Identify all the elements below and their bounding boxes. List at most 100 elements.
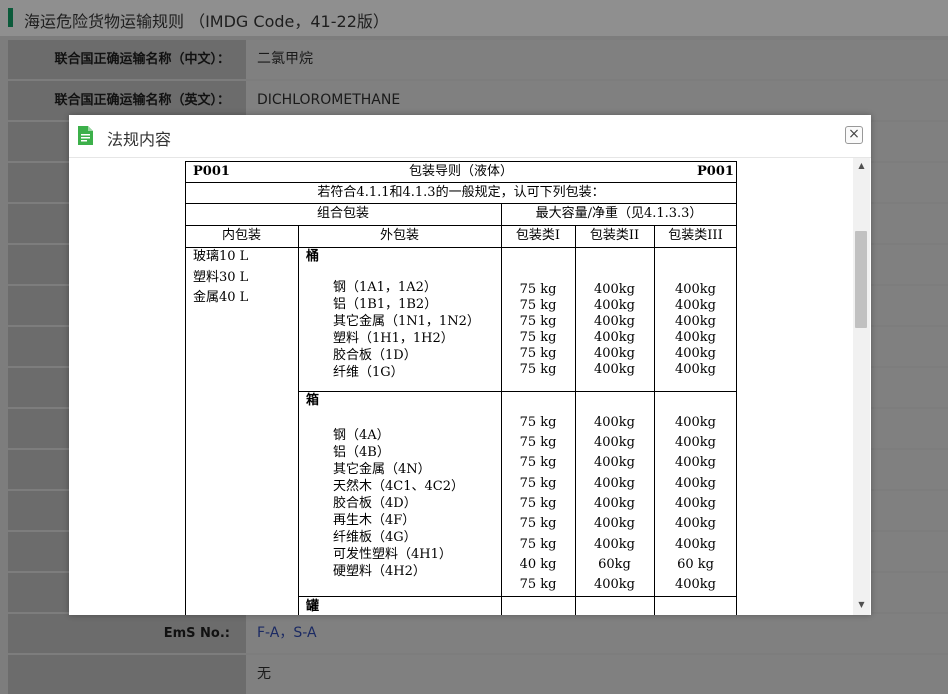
max-capacity-header: 最大容量/净重（见4.1.3.3） <box>535 206 703 221</box>
value-cell: 75 kg <box>519 330 557 345</box>
inner-packaging-item: 玻璃10 L <box>193 249 249 264</box>
outer-packaging-item: 再生木（4F） <box>333 513 416 528</box>
value-cell: 75 kg <box>519 476 557 491</box>
value-cell: 400kg <box>593 314 635 329</box>
outer-packaging-item: 胶合板（1D） <box>333 348 417 363</box>
value-cell: 400kg <box>674 476 716 491</box>
document-icon <box>78 126 93 145</box>
value-cell: 400kg <box>674 415 716 430</box>
value-cell: 400kg <box>674 516 716 531</box>
outer-packaging-item: 天然木（4C1、4C2） <box>333 479 464 494</box>
value-cell: 400kg <box>593 415 635 430</box>
field-value: 二氯甲烷 <box>246 40 948 79</box>
value-cell: 400kg <box>674 435 716 450</box>
value-cell: 75 kg <box>519 496 557 511</box>
value-cell: 400kg <box>593 476 635 491</box>
modal-title: 法规内容 <box>107 130 172 149</box>
value-cell: 400kg <box>593 537 635 552</box>
field-label <box>8 655 246 694</box>
outer-packaging-item: 钢（4A） <box>333 428 390 443</box>
table-border <box>185 182 737 183</box>
inner-packaging-item: 金属40 L <box>193 290 249 305</box>
group-header-1: 包装类I <box>515 228 561 243</box>
field-label: EmS No.: <box>8 614 246 653</box>
value-cell: 75 kg <box>519 415 557 430</box>
outer-packaging-item: 铝（1B1，1B2） <box>333 297 438 312</box>
regulation-modal: 法规内容 × P001 包装导则（液体） P001 若符合4.1.1和4.1.3 <box>69 115 871 615</box>
ems-link[interactable]: F-A，S-A <box>246 614 948 653</box>
outer-packaging-item: 铝（4B） <box>333 445 390 460</box>
value-cell: 400kg <box>593 516 635 531</box>
outer-packaging-item: 塑料（1H1，1H2） <box>333 331 454 346</box>
modal-titlebar: 法规内容 × <box>69 115 871 158</box>
modal-body[interactable]: P001 包装导则（液体） P001 若符合4.1.1和4.1.3的一般规定，认… <box>69 158 871 615</box>
value-cell: 400kg <box>674 314 716 329</box>
group-header-3: 包装类III <box>668 228 723 243</box>
value-cell: 400kg <box>593 330 635 345</box>
outer-packaging-item: 硬塑料（4H2） <box>333 564 426 579</box>
modal-scrollbar[interactable]: ▲ ▼ <box>853 158 870 615</box>
outer-packaging-item: 纤维板（4G） <box>333 530 417 545</box>
value-cell: 75 kg <box>519 435 557 450</box>
field-label: 联合国正确运输名称（中文）： <box>8 40 246 79</box>
outer-packaging-item: 其它金属（1N1，1N2） <box>333 314 480 329</box>
inner-header: 内包装 <box>221 228 261 243</box>
inner-packaging-item: 塑料30 L <box>193 270 249 285</box>
value-cell: 400kg <box>593 346 635 361</box>
group-header-2: 包装类II <box>589 228 640 243</box>
regulation-table: P001 包装导则（液体） P001 若符合4.1.1和4.1.3的一般规定，认… <box>185 161 737 615</box>
value-cell: 75 kg <box>519 362 557 377</box>
value-cell: 75 kg <box>519 298 557 313</box>
value-cell: 400kg <box>674 496 716 511</box>
table-border <box>298 225 299 615</box>
value-cell: 75 kg <box>519 314 557 329</box>
code-right: P001 <box>697 164 734 179</box>
value-cell: 60 kg <box>677 557 714 572</box>
value-cell: 400kg <box>593 435 635 450</box>
value-cell: 400kg <box>593 362 635 377</box>
section-title-jerricans: 罐 <box>306 599 320 614</box>
value-cell: 75 kg <box>519 516 557 531</box>
outer-packaging-item: 钢（1A1，1A2） <box>333 280 437 295</box>
table-border <box>185 203 737 204</box>
field-row-ems: EmS No.: F-A，S-A <box>8 614 948 653</box>
scroll-thumb[interactable] <box>855 231 867 328</box>
instruction-title: 包装导则（液体） <box>408 164 513 179</box>
value-cell: 400kg <box>593 577 635 592</box>
table-border <box>298 391 737 392</box>
page-header: 海运危险货物运输规则 （IMDG Code，41-22版） <box>0 0 948 36</box>
value-cell: 400kg <box>674 298 716 313</box>
value-cell: 75 kg <box>519 282 557 297</box>
value-cell: 40 kg <box>519 557 557 572</box>
scroll-down-arrow-icon[interactable]: ▼ <box>853 599 870 611</box>
value-cell: 400kg <box>674 455 716 470</box>
scroll-up-arrow-icon[interactable]: ▲ <box>853 160 870 172</box>
table-border <box>501 203 502 615</box>
value-cell: 75 kg <box>519 577 557 592</box>
value-cell: 400kg <box>593 496 635 511</box>
value-cell: 400kg <box>674 362 716 377</box>
field-row-cn-name: 联合国正确运输名称（中文）： 二氯甲烷 <box>8 40 948 79</box>
section-title-boxes: 箱 <box>306 393 320 408</box>
value-cell: 400kg <box>674 577 716 592</box>
close-icon[interactable]: × <box>845 126 863 144</box>
provision-text: 若符合4.1.1和4.1.3的一般规定，认可下列包装： <box>317 185 605 200</box>
outer-packaging-item: 纤维（1G） <box>333 365 404 380</box>
table-border <box>185 161 737 162</box>
field-row-partial: 无 <box>8 655 948 694</box>
value-cell: 400kg <box>674 537 716 552</box>
value-cell: 400kg <box>674 282 716 297</box>
value-cell: 400kg <box>593 298 635 313</box>
value-cell: 400kg <box>674 346 716 361</box>
table-border <box>298 596 737 597</box>
value-cell: 400kg <box>593 282 635 297</box>
value-cell: 400kg <box>674 330 716 345</box>
value-cell: 75 kg <box>519 346 557 361</box>
outer-packaging-item: 胶合板（4D） <box>333 496 417 511</box>
value-cell: 75 kg <box>519 455 557 470</box>
value-cell: 60kg <box>598 557 631 572</box>
section-title-drums: 桶 <box>306 249 320 264</box>
combination-header: 组合包装 <box>316 206 369 221</box>
page-title: 海运危险货物运输规则 （IMDG Code，41-22版） <box>24 12 389 31</box>
outer-header: 外包装 <box>379 228 419 243</box>
